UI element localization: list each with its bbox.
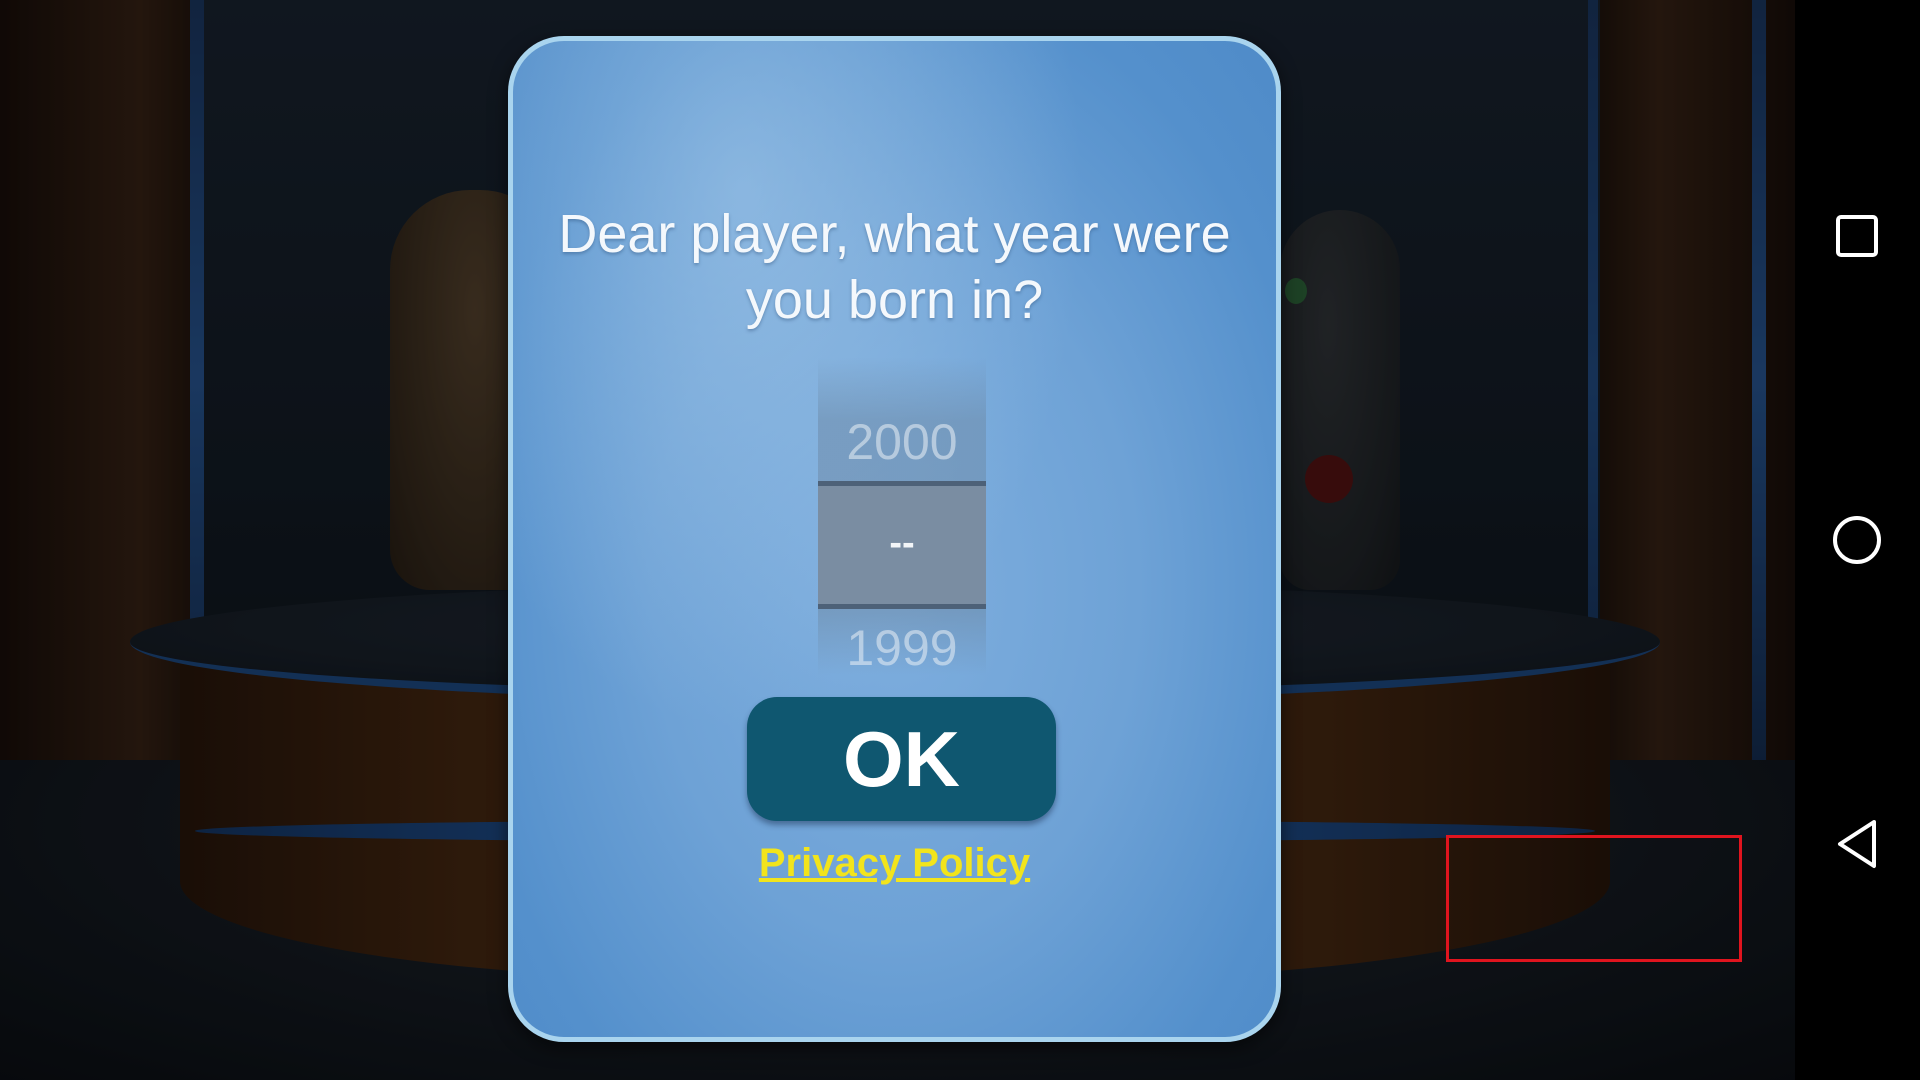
ok-button[interactable]: OK [747,697,1056,821]
back-icon [1838,820,1876,868]
age-gate-dialog: Dear player, what year were you born in?… [508,36,1281,1042]
back-button[interactable] [1825,812,1889,876]
year-option-below[interactable]: 1999 [818,619,986,677]
recent-apps-button[interactable] [1825,204,1889,268]
year-option-selected[interactable]: -- [818,481,986,609]
privacy-policy-link[interactable]: Privacy Policy [513,841,1276,886]
year-option-above[interactable]: 2000 [818,413,986,471]
recent-apps-icon [1836,215,1878,257]
highlight-box [1446,835,1742,962]
home-icon [1833,516,1881,564]
screen: Dear player, what year were you born in?… [0,0,1920,1080]
home-button[interactable] [1825,508,1889,572]
year-picker[interactable]: 2000 -- 1999 [818,357,986,677]
dialog-question: Dear player, what year were you born in? [558,204,1231,330]
android-nav-bar [1795,0,1920,1080]
